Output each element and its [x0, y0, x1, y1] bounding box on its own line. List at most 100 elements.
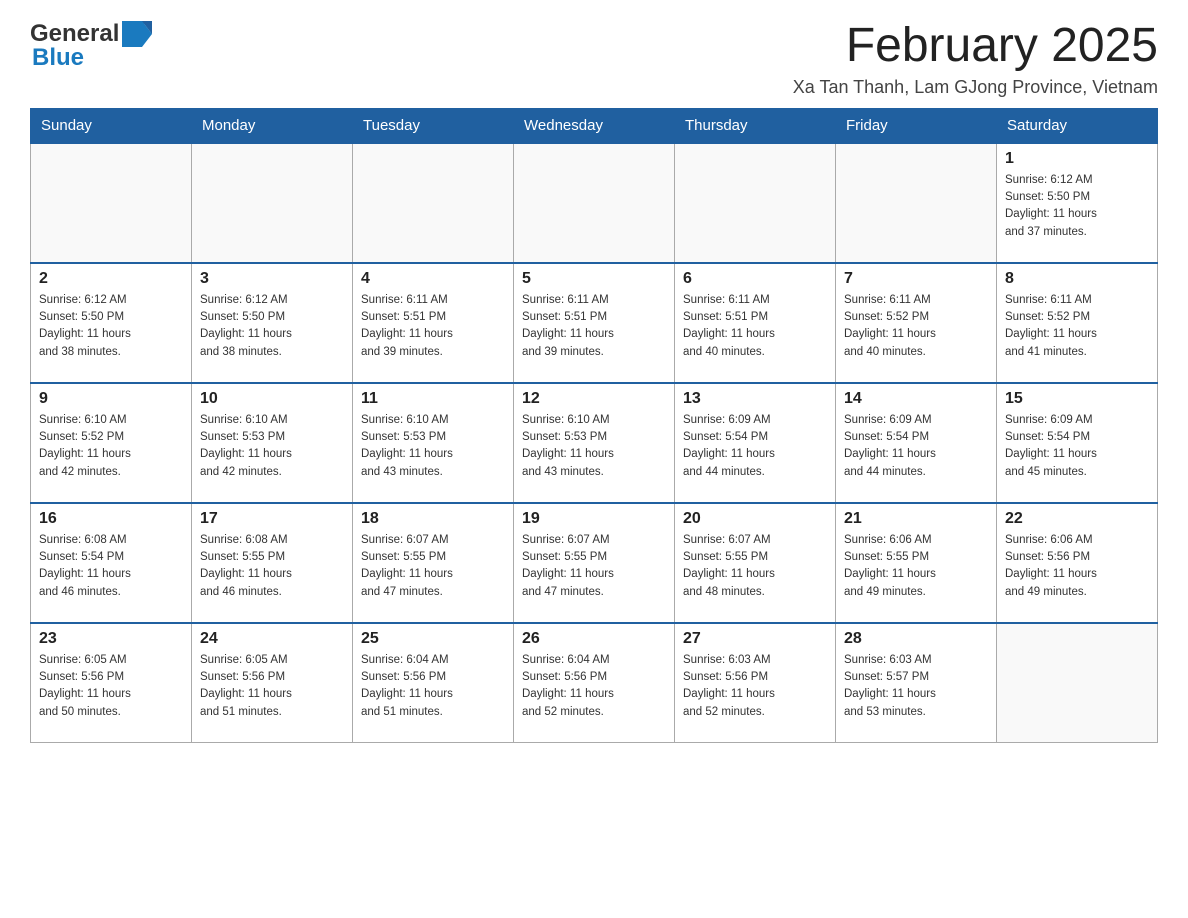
col-sunday: Sunday — [31, 108, 192, 143]
list-item: 28Sunrise: 6:03 AM Sunset: 5:57 PM Dayli… — [836, 623, 997, 743]
day-number: 14 — [844, 390, 988, 408]
list-item: 26 Sunrise: 6:04 AM Sunset: 5:56 PM Dayli… — [514, 623, 675, 743]
day-number: 10 — [200, 390, 344, 408]
list-item — [192, 143, 353, 263]
day-number: 17 — [200, 510, 344, 528]
logo-text-blue: Blue — [32, 44, 84, 72]
day-info: Sunrise: 6:07 AM Sunset: 5:55 PM Dayligh… — [683, 532, 827, 601]
list-item: 4 Sunrise: 6:11 AM Sunset: 5:51 PM Daylig… — [353, 263, 514, 383]
day-number: 19 — [522, 510, 666, 528]
day-number: 15 — [1005, 390, 1149, 408]
day-info: Sunrise: 6:06 AM Sunset: 5:55 PM Dayligh… — [844, 532, 988, 601]
day-number: 24 — [200, 630, 344, 648]
day-info: Sunrise: 6:03 AM Sunset: 5:56 PM Dayligh… — [683, 652, 827, 721]
day-info: Sunrise: 6:10 AM Sunset: 5:53 PM Dayligh… — [361, 412, 505, 481]
day-number: 25 — [361, 630, 505, 648]
day-info: Sunrise: 6:08 AM Sunset: 5:54 PM Dayligh… — [39, 532, 183, 601]
list-item: 21 Sunrise: 6:06 AM Sunset: 5:55 PM Dayli… — [836, 503, 997, 623]
list-item: 6 Sunrise: 6:11 AM Sunset: 5:51 PM Daylig… — [675, 263, 836, 383]
list-item: 18 Sunrise: 6:07 AM Sunset: 5:55 PM Dayli… — [353, 503, 514, 623]
table-row: 16Sunrise: 6:08 AM Sunset: 5:54 PM Dayli… — [31, 503, 1158, 623]
list-item: 24 Sunrise: 6:05 AM Sunset: 5:56 PM Dayli… — [192, 623, 353, 743]
day-info: Sunrise: 6:08 AM Sunset: 5:55 PM Dayligh… — [200, 532, 344, 601]
col-tuesday: Tuesday — [353, 108, 514, 143]
list-item: 22 Sunrise: 6:06 AM Sunset: 5:56 PM Dayli… — [997, 503, 1158, 623]
list-item: 5Sunrise: 6:11 AM Sunset: 5:51 PM Daylig… — [514, 263, 675, 383]
list-item: 23 Sunrise: 6:05 AM Sunset: 5:56 PM Dayli… — [31, 623, 192, 743]
calendar-table: Sunday Monday Tuesday Wednesday Thursday… — [30, 108, 1158, 744]
col-wednesday: Wednesday — [514, 108, 675, 143]
day-info: Sunrise: 6:09 AM Sunset: 5:54 PM Dayligh… — [844, 412, 988, 481]
day-info: Sunrise: 6:11 AM Sunset: 5:51 PM Dayligh… — [683, 292, 827, 361]
day-info: Sunrise: 6:04 AM Sunset: 5:56 PM Dayligh… — [522, 652, 666, 721]
day-number: 7 — [844, 270, 988, 288]
list-item: 3 Sunrise: 6:12 AM Sunset: 5:50 PM Daylig… — [192, 263, 353, 383]
day-number: 27 — [683, 630, 827, 648]
day-number: 18 — [361, 510, 505, 528]
table-row: 23 Sunrise: 6:05 AM Sunset: 5:56 PM Dayli… — [31, 623, 1158, 743]
list-item: 20Sunrise: 6:07 AM Sunset: 5:55 PM Dayli… — [675, 503, 836, 623]
list-item: 2 Sunrise: 6:12 AM Sunset: 5:50 PM Daylig… — [31, 263, 192, 383]
table-row: 1 Sunrise: 6:12 AM Sunset: 5:50 PM Daylig… — [31, 143, 1158, 263]
day-number: 21 — [844, 510, 988, 528]
list-item — [514, 143, 675, 263]
day-info: Sunrise: 6:05 AM Sunset: 5:56 PM Dayligh… — [39, 652, 183, 721]
table-row: 2 Sunrise: 6:12 AM Sunset: 5:50 PM Daylig… — [31, 263, 1158, 383]
day-number: 11 — [361, 390, 505, 408]
day-number: 23 — [39, 630, 183, 648]
day-info: Sunrise: 6:10 AM Sunset: 5:53 PM Dayligh… — [522, 412, 666, 481]
page-header: General Blue February 2025 Xa Tan Thanh,… — [30, 20, 1158, 98]
day-number: 13 — [683, 390, 827, 408]
col-friday: Friday — [836, 108, 997, 143]
day-info: Sunrise: 6:06 AM Sunset: 5:56 PM Dayligh… — [1005, 532, 1149, 601]
day-info: Sunrise: 6:09 AM Sunset: 5:54 PM Dayligh… — [1005, 412, 1149, 481]
list-item: 11 Sunrise: 6:10 AM Sunset: 5:53 PM Dayli… — [353, 383, 514, 503]
list-item: 14 Sunrise: 6:09 AM Sunset: 5:54 PM Dayli… — [836, 383, 997, 503]
day-number: 1 — [1005, 150, 1149, 168]
day-number: 8 — [1005, 270, 1149, 288]
list-item: 1 Sunrise: 6:12 AM Sunset: 5:50 PM Daylig… — [997, 143, 1158, 263]
day-info: Sunrise: 6:12 AM Sunset: 5:50 PM Dayligh… — [1005, 172, 1149, 241]
list-item — [31, 143, 192, 263]
day-info: Sunrise: 6:04 AM Sunset: 5:56 PM Dayligh… — [361, 652, 505, 721]
list-item: 7 Sunrise: 6:11 AM Sunset: 5:52 PM Daylig… — [836, 263, 997, 383]
day-info: Sunrise: 6:10 AM Sunset: 5:53 PM Dayligh… — [200, 412, 344, 481]
day-number: 26 — [522, 630, 666, 648]
day-info: Sunrise: 6:11 AM Sunset: 5:52 PM Dayligh… — [844, 292, 988, 361]
day-number: 28 — [844, 630, 988, 648]
day-info: Sunrise: 6:10 AM Sunset: 5:52 PM Dayligh… — [39, 412, 183, 481]
weekday-header-row: Sunday Monday Tuesday Wednesday Thursday… — [31, 108, 1158, 143]
month-title: February 2025 — [793, 20, 1158, 73]
list-item: 16Sunrise: 6:08 AM Sunset: 5:54 PM Dayli… — [31, 503, 192, 623]
list-item: 19Sunrise: 6:07 AM Sunset: 5:55 PM Dayli… — [514, 503, 675, 623]
day-number: 9 — [39, 390, 183, 408]
logo: General Blue — [30, 20, 152, 72]
table-row: 9 Sunrise: 6:10 AM Sunset: 5:52 PM Daylig… — [31, 383, 1158, 503]
list-item: 27 Sunrise: 6:03 AM Sunset: 5:56 PM Dayli… — [675, 623, 836, 743]
list-item: 17 Sunrise: 6:08 AM Sunset: 5:55 PM Dayli… — [192, 503, 353, 623]
day-info: Sunrise: 6:05 AM Sunset: 5:56 PM Dayligh… — [200, 652, 344, 721]
day-info: Sunrise: 6:09 AM Sunset: 5:54 PM Dayligh… — [683, 412, 827, 481]
day-number: 2 — [39, 270, 183, 288]
list-item — [675, 143, 836, 263]
list-item — [836, 143, 997, 263]
list-item: 8 Sunrise: 6:11 AM Sunset: 5:52 PM Daylig… — [997, 263, 1158, 383]
day-number: 22 — [1005, 510, 1149, 528]
day-info: Sunrise: 6:07 AM Sunset: 5:55 PM Dayligh… — [361, 532, 505, 601]
col-thursday: Thursday — [675, 108, 836, 143]
day-info: Sunrise: 6:11 AM Sunset: 5:51 PM Dayligh… — [361, 292, 505, 361]
day-number: 3 — [200, 270, 344, 288]
list-item: 10 Sunrise: 6:10 AM Sunset: 5:53 PM Dayli… — [192, 383, 353, 503]
day-number: 4 — [361, 270, 505, 288]
col-monday: Monday — [192, 108, 353, 143]
day-info: Sunrise: 6:12 AM Sunset: 5:50 PM Dayligh… — [200, 292, 344, 361]
day-number: 12 — [522, 390, 666, 408]
list-item: 13 Sunrise: 6:09 AM Sunset: 5:54 PM Dayli… — [675, 383, 836, 503]
list-item: 12 Sunrise: 6:10 AM Sunset: 5:53 PM Dayli… — [514, 383, 675, 503]
list-item: 25 Sunrise: 6:04 AM Sunset: 5:56 PM Dayli… — [353, 623, 514, 743]
list-item — [353, 143, 514, 263]
day-number: 5 — [522, 270, 666, 288]
day-info: Sunrise: 6:11 AM Sunset: 5:52 PM Dayligh… — [1005, 292, 1149, 361]
day-info: Sunrise: 6:12 AM Sunset: 5:50 PM Dayligh… — [39, 292, 183, 361]
day-number: 6 — [683, 270, 827, 288]
